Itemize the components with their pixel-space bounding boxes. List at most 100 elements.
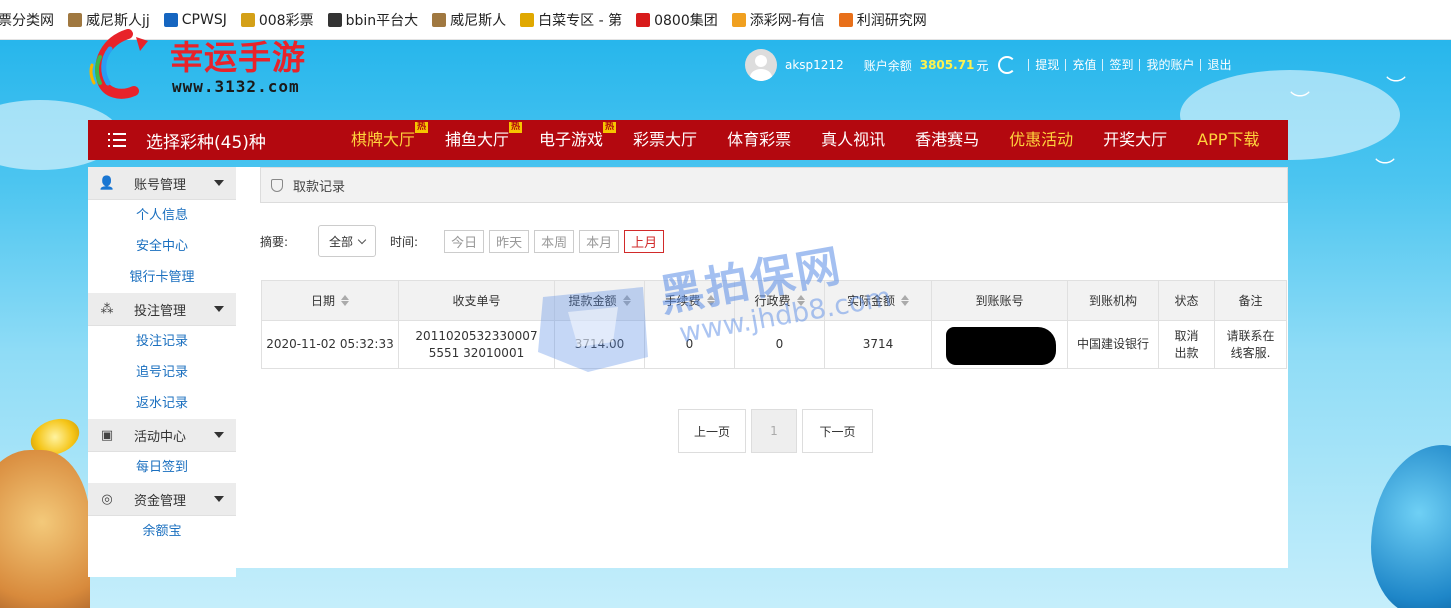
sidebar-group-header[interactable]: 👤 账号管理 [88, 167, 236, 200]
nav-item-label: 香港赛马 [915, 130, 980, 149]
nav-item-label: 电子游戏 [539, 130, 604, 149]
time-range-button[interactable]: 本月 [579, 229, 620, 253]
flame-icon [838, 12, 853, 27]
nav-item[interactable]: 优惠活动 [994, 120, 1088, 160]
category-label: 选择彩种(45)种 [146, 132, 266, 153]
bookmark-item[interactable]: 白菜专区 - 第 [520, 10, 622, 30]
logo-mark-icon [89, 29, 148, 99]
user-link-2[interactable]: 签到 [1102, 59, 1139, 71]
next-page-button[interactable]: 下一页 [802, 409, 873, 453]
prev-page-button[interactable]: 上一页 [678, 409, 746, 453]
main-nav: 选择彩种(45)种 棋牌大厅热捕鱼大厅热电子游戏热彩票大厅 体育彩票 真人视讯 香港赛… [88, 120, 1288, 160]
column-header[interactable]: 手续费 [644, 280, 735, 321]
nav-item[interactable]: 彩票大厅 [618, 120, 712, 160]
chevron-down-icon [357, 235, 367, 244]
bookmark-item[interactable]: 添彩网-有信 [731, 10, 825, 30]
bird-icon: ︶ [1290, 89, 1310, 113]
bookmark-item[interactable]: 威尼斯人 [432, 10, 506, 30]
sort-icon[interactable] [796, 295, 805, 306]
column-header[interactable]: 行政费 [734, 280, 825, 321]
sort-icon[interactable] [706, 295, 715, 306]
caret-down-icon [214, 496, 224, 502]
column-header: 备注 [1214, 280, 1287, 321]
column-header-label: 备注 [1238, 294, 1263, 308]
column-header[interactable]: 日期 [261, 280, 399, 321]
column-header-label: 手续费 [664, 294, 701, 308]
time-range-button[interactable]: 本周 [534, 229, 575, 253]
table-cell: 2020-11-02 05:32:33 [261, 320, 399, 369]
sidebar-group-header[interactable]: ◎ 资金管理 [88, 483, 236, 516]
column-header-label: 到账账号 [975, 294, 1024, 308]
page-number[interactable]: 1 [751, 409, 797, 453]
sidebar-item[interactable]: 安全中心 [88, 231, 236, 262]
user-bar: aksp1212 账户余额 3805.71 元 提现 充值 签到 我的账户 退出 [745, 49, 1237, 81]
refresh-balance-icon[interactable] [998, 56, 1017, 74]
summary-label: 摘要: [260, 234, 289, 249]
hot-badge: 热 [603, 122, 617, 133]
sidebar-item[interactable]: 投注记录 [88, 326, 236, 357]
time-range-button[interactable]: 上月 [624, 229, 665, 253]
sort-icon[interactable] [341, 295, 349, 306]
sidebar-group-title: 账号管理 [134, 177, 187, 193]
nav-item[interactable]: 电子游戏热 [524, 120, 618, 160]
table-header-row: 日期 收支单号 提款金额 手续费 行政费 实际金额 到账账号 到账机构 状态 备注 [261, 280, 1287, 321]
user-gear-icon: 👤 [98, 175, 116, 191]
bookmark-item[interactable]: 利润研究网 [838, 10, 927, 30]
nav-item-label: 棋牌大厅 [351, 130, 416, 149]
cell-text: 3714 [862, 337, 894, 351]
cell-text: 0 [775, 337, 784, 351]
avatar[interactable] [745, 49, 777, 81]
lottery-category-button[interactable]: 选择彩种(45)种 [88, 120, 336, 160]
sidebar-group-title: 活动中心 [134, 429, 187, 445]
sort-icon[interactable] [901, 295, 909, 306]
nav-item-label: 体育彩票 [727, 130, 792, 149]
sidebar-item[interactable]: 追号记录 [88, 357, 236, 388]
sidebar-item[interactable]: 余额宝 [88, 516, 236, 547]
column-header[interactable]: 提款金额 [554, 280, 645, 321]
bookmark-label: bbin平台大 [345, 12, 419, 29]
time-label: 时间: [390, 234, 419, 249]
panel-header: 取款记录 [260, 167, 1288, 203]
sidebar-item[interactable]: 返水记录 [88, 388, 236, 419]
nav-item[interactable]: 开奖大厅 [1088, 120, 1182, 160]
column-header: 到账机构 [1067, 280, 1159, 321]
lion-icon [432, 12, 447, 27]
user-link-4[interactable]: 退出 [1200, 59, 1237, 71]
nav-item[interactable]: APP下载 [1182, 120, 1274, 160]
sidebar-group-header[interactable]: ▣ 活动中心 [88, 419, 236, 452]
hot-badge: 热 [509, 122, 523, 133]
column-header[interactable]: 实际金额 [824, 280, 932, 321]
bookmark-item[interactable]: 0800集团 [636, 10, 718, 30]
summary-select[interactable]: 全部 [318, 225, 377, 257]
summary-value: 全部 [329, 234, 354, 249]
table-cell: 3714.00 [554, 320, 645, 369]
nav-item[interactable]: 体育彩票 [712, 120, 806, 160]
coins-icon: ◎ [101, 491, 113, 507]
trophy-icon [520, 12, 535, 27]
nav-item[interactable]: 捕鱼大厅热 [430, 120, 524, 160]
user-link-3[interactable]: 我的账户 [1139, 59, 1200, 71]
user-link-1[interactable]: 充值 [1065, 59, 1102, 71]
bookmark-item[interactable]: 票分类网 [0, 10, 54, 30]
user-link-0[interactable]: 提现 [1028, 59, 1065, 71]
nav-item[interactable]: 香港赛马 [900, 120, 994, 160]
bird-icon: ︶ [1375, 156, 1395, 180]
nav-item[interactable]: 棋牌大厅热 [336, 120, 430, 160]
bird-icon: ︶ [1386, 74, 1406, 98]
sidebar-item[interactable]: 个人信息 [88, 200, 236, 231]
site-logo[interactable]: 幸运手游 www.3132.com [88, 25, 348, 100]
table-cell: 取消出款 [1158, 320, 1215, 369]
sidebar-item[interactable]: 银行卡管理 [88, 262, 236, 293]
table-cell: 中国建设银行 [1067, 320, 1159, 369]
nav-item[interactable]: 真人视讯 [806, 120, 900, 160]
sidebar-group-header[interactable]: ⁂ 投注管理 [88, 293, 236, 326]
bookmark-label: 票分类网 [0, 12, 54, 29]
sidebar-item[interactable]: 每日签到 [88, 452, 236, 483]
time-range-button[interactable]: 昨天 [489, 229, 530, 253]
sort-icon[interactable] [622, 295, 631, 306]
bookmark-label: 0800集团 [654, 12, 718, 29]
hot-badge: 热 [415, 122, 429, 133]
time-range-button[interactable]: 今日 [444, 229, 485, 253]
table-cell: 0 [644, 320, 735, 369]
sidebar-group-title: 投注管理 [134, 303, 187, 319]
